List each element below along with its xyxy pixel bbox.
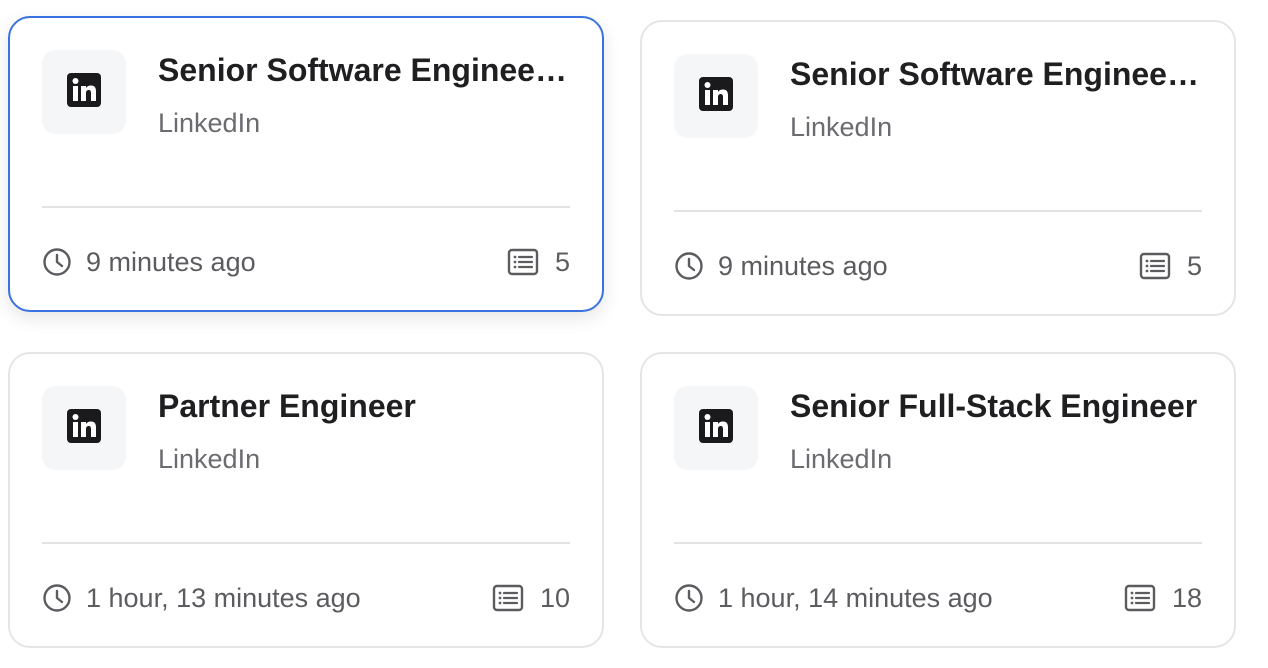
clock-icon — [42, 247, 72, 277]
job-source: LinkedIn — [158, 108, 261, 138]
list-icon — [492, 583, 524, 613]
job-title: Senior Full-Stack Engineer — [790, 388, 1198, 424]
job-card[interactable]: Partner Engineer LinkedIn 1 hour, 13 min… — [8, 352, 604, 648]
item-count-text: 5 — [1186, 250, 1202, 281]
job-source: LinkedIn — [158, 444, 261, 474]
linkedin-logo — [674, 386, 758, 470]
posted-time: 9 minutes ago — [42, 246, 256, 278]
posted-time-text: 1 hour, 14 minutes ago — [718, 582, 993, 613]
linkedin-logo — [42, 50, 126, 134]
posted-time-text: 9 minutes ago — [86, 246, 256, 277]
item-count-text: 5 — [554, 246, 570, 277]
linkedin-logo — [42, 386, 126, 470]
divider — [674, 542, 1202, 544]
linkedin-icon — [67, 408, 101, 448]
job-title: Senior Software Engineer, Platform — [158, 52, 576, 88]
list-icon — [1124, 583, 1156, 613]
item-count-text: 18 — [1171, 582, 1202, 613]
divider — [42, 206, 570, 208]
linkedin-logo — [674, 54, 758, 138]
linkedin-icon — [67, 72, 101, 112]
job-card[interactable]: Senior Software Engineer, Platform Linke… — [8, 16, 604, 312]
job-title: Senior Software Engineer, Backend — [790, 56, 1208, 92]
clock-icon — [42, 583, 72, 613]
posted-time-text: 1 hour, 13 minutes ago — [86, 582, 361, 613]
divider — [42, 542, 570, 544]
item-count: 18 — [1124, 582, 1202, 614]
linkedin-icon — [699, 408, 733, 448]
list-icon — [507, 247, 539, 277]
linkedin-icon — [699, 76, 733, 116]
item-count: 5 — [507, 246, 570, 278]
item-count-text: 10 — [539, 582, 570, 613]
clock-icon — [674, 583, 704, 613]
posted-time: 1 hour, 13 minutes ago — [42, 582, 361, 614]
job-title: Partner Engineer — [158, 388, 416, 424]
divider — [674, 210, 1202, 212]
item-count: 10 — [492, 582, 570, 614]
item-count: 5 — [1139, 250, 1202, 282]
job-source: LinkedIn — [790, 112, 893, 142]
clock-icon — [674, 251, 704, 281]
posted-time-text: 9 minutes ago — [718, 250, 888, 281]
job-card[interactable]: Senior Software Engineer, Backend Linked… — [640, 20, 1236, 316]
job-source: LinkedIn — [790, 444, 893, 474]
posted-time: 1 hour, 14 minutes ago — [674, 582, 993, 614]
posted-time: 9 minutes ago — [674, 250, 888, 282]
list-icon — [1139, 251, 1171, 281]
job-card[interactable]: Senior Full-Stack Engineer LinkedIn 1 ho… — [640, 352, 1236, 648]
